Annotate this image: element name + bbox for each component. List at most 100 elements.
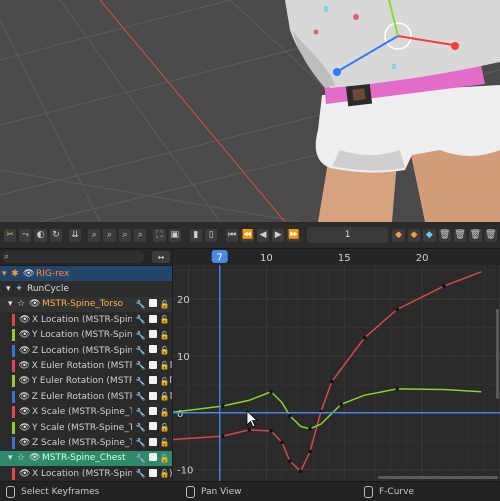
eye-icon[interactable]: 👁 <box>19 423 30 433</box>
channel-row[interactable]: 👁 Y Location (MSTR-Spine_Torso) 🔧 🔓 <box>0 327 172 343</box>
modifier-icon[interactable]: 🔧 <box>135 392 146 401</box>
keyframe-point[interactable] <box>395 307 399 311</box>
current-frame-field[interactable]: 1 <box>306 227 389 243</box>
modifier-icon[interactable]: 🔧 <box>135 454 146 463</box>
group-row[interactable]: ▾ ☆ 👁 MSTR-Spine_Torso 🔧 🔓 <box>0 296 172 313</box>
delete-icon[interactable]: 🗑 <box>484 228 497 242</box>
view-icon[interactable]: ▣ <box>168 228 181 242</box>
next-key-icon[interactable]: ⏩ <box>287 228 300 242</box>
action-row[interactable]: ▾ ✦ RunCycle <box>0 281 172 297</box>
keyframe-point[interactable] <box>288 459 292 463</box>
eye-icon[interactable]: 👁 <box>23 269 34 279</box>
expand-icon[interactable]: ▾ <box>8 299 16 309</box>
graph-area[interactable]: 10 15 20 20 10 0 -10 7 <box>173 249 500 481</box>
keyframe-remove-icon[interactable]: ◆ <box>407 228 421 242</box>
zoom-icon[interactable]: ⌕ <box>118 228 132 242</box>
vertical-scrollbar[interactable] <box>496 309 499 399</box>
keyframe-icon[interactable]: ▯ <box>205 228 218 242</box>
channel-row[interactable]: 👁 Z Location (MSTR-Spine_Torso) 🔧 🔓 <box>0 342 172 359</box>
play-icon[interactable]: ▶ <box>272 228 285 242</box>
keyframe-point[interactable] <box>308 427 312 431</box>
delete-icon[interactable]: 🗑 <box>469 228 482 242</box>
channel-row[interactable]: 👁 Y Scale (MSTR-Spine_Torso) 🔧 🔓 <box>0 419 172 436</box>
mute-checkbox[interactable] <box>147 330 158 340</box>
eye-icon[interactable]: 👁 <box>19 376 30 386</box>
channel-search-input[interactable]: ⌕ <box>2 251 144 263</box>
keyframe-icon[interactable]: ▮ <box>189 228 203 242</box>
keyframe-point[interactable] <box>221 404 225 408</box>
modifier-icon[interactable]: 🔧 <box>135 423 146 432</box>
lock-icon[interactable]: 🔓 <box>159 438 170 447</box>
delete-icon[interactable]: 🗑 <box>453 228 467 242</box>
mute-checkbox[interactable] <box>147 453 158 463</box>
snap-icon[interactable]: ↻ <box>49 228 63 242</box>
lock-icon[interactable]: 🔓 <box>159 423 170 432</box>
horizontal-scrollbar[interactable] <box>378 476 498 479</box>
keyframe-point[interactable] <box>269 429 273 433</box>
keyframe-point[interactable] <box>339 402 343 406</box>
lock-icon[interactable]: 🔓 <box>159 361 170 370</box>
keyframe-point[interactable] <box>362 336 367 340</box>
mute-checkbox[interactable] <box>147 422 158 432</box>
modifier-icon[interactable]: 🔧 <box>135 408 146 417</box>
lock-icon[interactable]: 🔓 <box>159 392 170 401</box>
lock-icon[interactable]: 🔓 <box>159 300 170 309</box>
zoom-icon[interactable]: ⌕ <box>88 228 101 242</box>
expand-icon[interactable]: ▾ <box>6 284 14 294</box>
pivot-icon[interactable]: ◐ <box>34 228 47 242</box>
lock-icon[interactable]: 🔓 <box>159 454 170 463</box>
lock-icon[interactable]: 🔓 <box>159 346 170 355</box>
delete-icon[interactable]: 🗑 <box>438 228 451 242</box>
zoom-icon[interactable]: ⌕ <box>134 228 147 242</box>
mute-checkbox[interactable] <box>147 407 158 417</box>
channel-row[interactable]: 👁 X Location (MSTR-Spine_Torso) 🔧 🔓 <box>0 312 172 328</box>
channel-row[interactable]: 👁Y Euler Rotation (MSTR-Spine_Torso)🔧🔓 <box>0 373 172 390</box>
filter-icon[interactable]: ⇊ <box>68 228 82 242</box>
3d-viewport[interactable] <box>0 0 500 222</box>
modifier-icon[interactable]: 🔧 <box>135 300 146 309</box>
modifier-icon[interactable]: 🔧 <box>135 469 146 478</box>
mute-checkbox[interactable] <box>147 376 158 386</box>
channel-row[interactable]: 👁X Euler Rotation (MSTR-Spine_Torso)🔧🔓 <box>0 358 172 374</box>
channel-row[interactable]: 👁 X Location (MSTR-Spine_Chest) 🔧 🔓 <box>0 466 172 481</box>
eye-icon[interactable]: 👁 <box>29 453 40 463</box>
keyframe-type-icon[interactable]: ◆ <box>423 228 436 242</box>
channel-row[interactable]: 👁 X Scale (MSTR-Spine_Torso) 🔧 🔓 <box>0 404 172 420</box>
keyframe-point[interactable] <box>247 428 251 432</box>
lock-icon[interactable]: 🔓 <box>159 315 170 324</box>
keyframe-point[interactable] <box>299 469 303 473</box>
mute-checkbox[interactable] <box>147 360 158 371</box>
mute-checkbox[interactable] <box>147 345 158 355</box>
lock-icon[interactable]: 🔓 <box>159 331 170 340</box>
jump-start-icon[interactable]: ⏮ <box>226 228 239 242</box>
keyframe-point[interactable] <box>330 379 334 384</box>
modifier-icon[interactable]: 🔧 <box>135 346 146 355</box>
eye-icon[interactable]: 👁 <box>19 315 30 325</box>
swap-icon[interactable]: ↔ <box>152 251 170 263</box>
prev-key-icon[interactable]: ⏪ <box>241 228 254 242</box>
keyframe-add-icon[interactable]: ◆ <box>392 228 405 242</box>
keyframe-point[interactable] <box>442 284 446 288</box>
eye-icon[interactable]: 👁 <box>19 392 30 402</box>
lock-icon[interactable]: 🔓 <box>159 377 170 386</box>
auto-normalize-icon[interactable]: ⤳ <box>19 228 32 242</box>
keyframe-point[interactable] <box>221 434 225 438</box>
channel-row[interactable]: 👁Z Euler Rotation (MSTR-Spine_Torso)🔧🔓 <box>0 389 172 405</box>
eye-icon[interactable]: 👁 <box>19 346 30 356</box>
modifier-icon[interactable]: 🔧 <box>135 315 146 324</box>
lock-icon[interactable]: 🔓 <box>159 469 170 478</box>
mute-checkbox[interactable] <box>147 299 158 309</box>
zoom-icon[interactable]: ⌕ <box>103 228 116 242</box>
eye-icon[interactable]: 👁 <box>19 407 30 417</box>
group-row[interactable]: ▾ ☆ 👁 MSTR-Spine_Chest 🔧 🔓 <box>0 450 172 467</box>
keyframe-point[interactable] <box>269 390 273 394</box>
pin-icon[interactable]: ☆ <box>16 453 26 463</box>
keyframe-point[interactable] <box>308 449 312 454</box>
frame-all-icon[interactable]: ⛶ <box>153 228 166 242</box>
mute-checkbox[interactable] <box>147 314 158 325</box>
channel-row[interactable]: 👁 Z Scale (MSTR-Spine_Torso) 🔧 🔓 <box>0 435 172 451</box>
object-row[interactable]: ▾ ✱ 👁 RIG-rex <box>0 266 172 282</box>
graph-editor-icon[interactable]: ✂ <box>3 228 17 242</box>
keyframe-point[interactable] <box>280 440 284 444</box>
modifier-icon[interactable]: 🔧 <box>135 377 146 386</box>
